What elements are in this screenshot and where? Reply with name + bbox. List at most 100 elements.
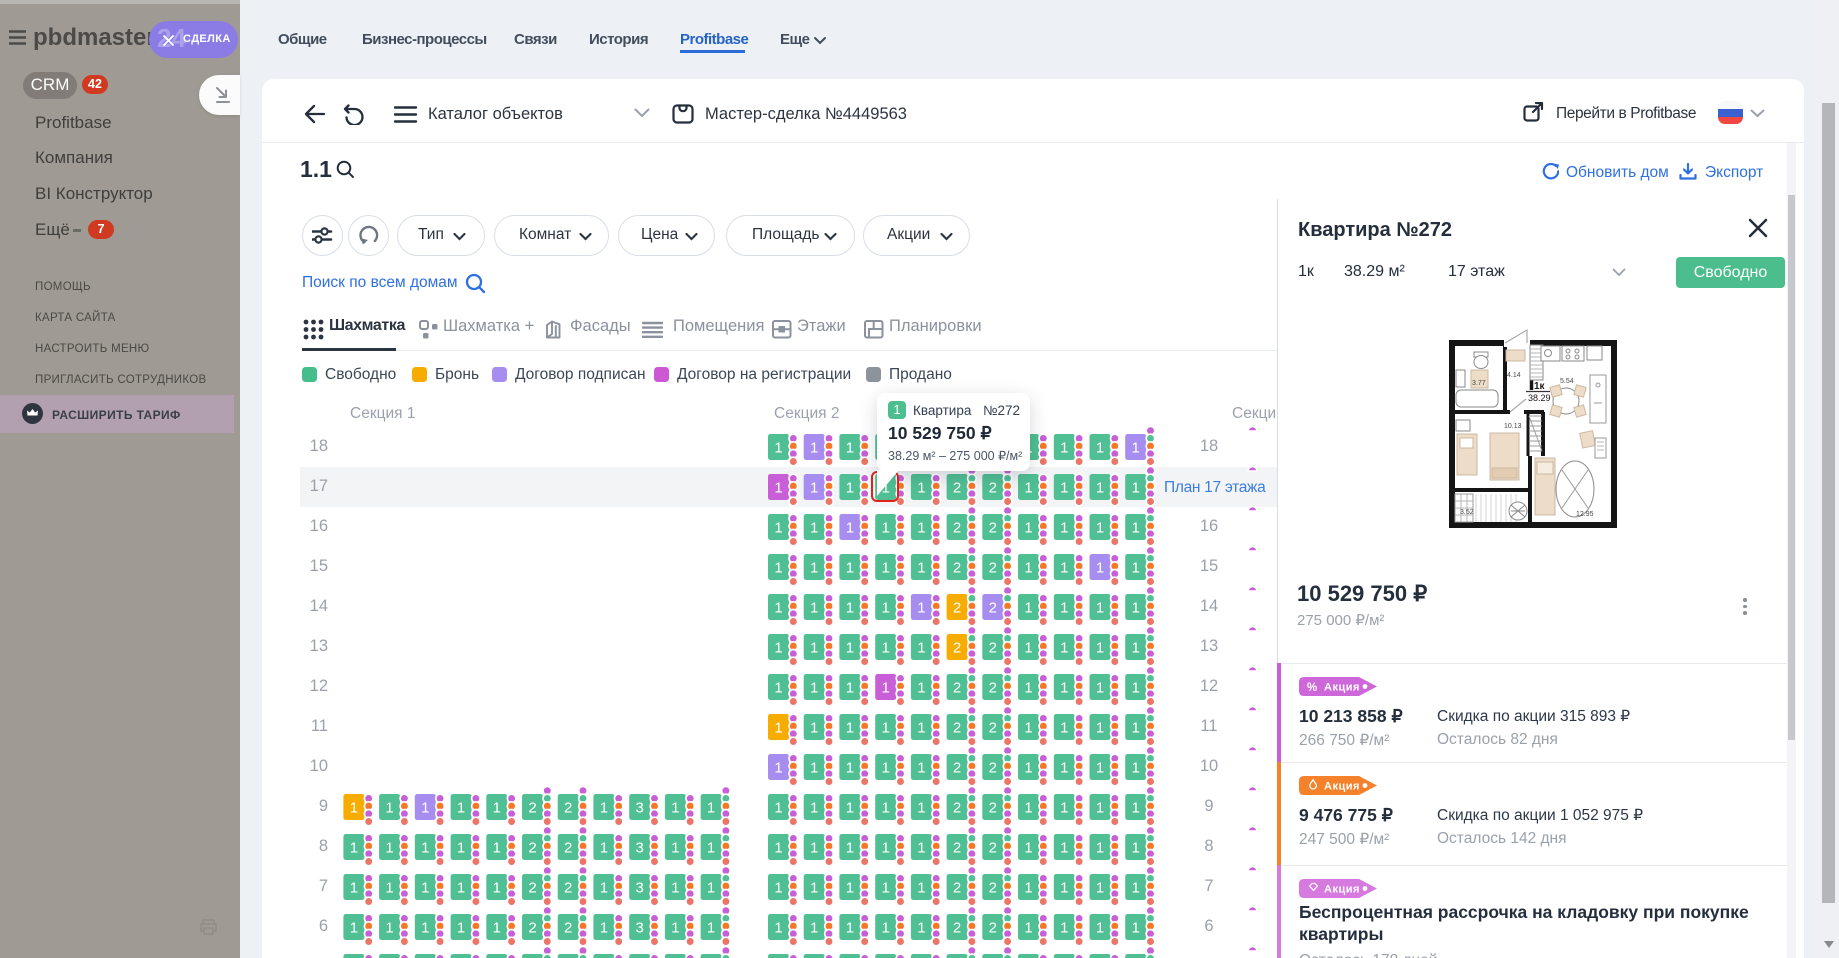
- svg-text:1: 1: [457, 840, 465, 857]
- svg-text:1: 1: [917, 920, 925, 937]
- svg-text:1: 1: [1060, 840, 1068, 857]
- svg-text:1: 1: [774, 520, 782, 537]
- svg-text:1: 1: [1132, 720, 1140, 737]
- svg-text:1: 1: [810, 600, 818, 617]
- svg-text:1: 1: [846, 920, 854, 937]
- svg-text:1: 1: [1060, 680, 1068, 697]
- svg-text:1: 1: [1132, 920, 1140, 937]
- svg-text:2: 2: [953, 880, 961, 897]
- svg-text:2: 2: [989, 800, 997, 817]
- svg-text:2: 2: [953, 560, 961, 577]
- svg-text:2: 2: [989, 600, 997, 617]
- svg-text:1: 1: [350, 920, 358, 937]
- svg-text:1: 1: [882, 760, 890, 777]
- svg-text:2: 2: [989, 640, 997, 657]
- svg-text:1: 1: [671, 880, 679, 897]
- svg-text:1: 1: [1060, 480, 1068, 497]
- svg-text:1: 1: [1024, 680, 1032, 697]
- svg-text:1: 1: [1024, 520, 1032, 537]
- svg-text:2: 2: [953, 720, 961, 737]
- svg-text:1: 1: [810, 800, 818, 817]
- svg-text:1: 1: [1096, 560, 1104, 577]
- svg-text:1: 1: [882, 600, 890, 617]
- svg-text:1: 1: [774, 720, 782, 737]
- svg-text:1: 1: [882, 840, 890, 857]
- svg-text:1: 1: [882, 680, 890, 697]
- svg-text:1: 1: [1060, 880, 1068, 897]
- svg-text:1: 1: [421, 920, 429, 937]
- svg-text:1: 1: [493, 880, 501, 897]
- svg-text:1: 1: [810, 880, 818, 897]
- svg-text:1: 1: [810, 720, 818, 737]
- svg-text:1: 1: [1096, 640, 1104, 657]
- svg-text:1: 1: [1060, 760, 1068, 777]
- svg-text:2: 2: [989, 520, 997, 537]
- svg-text:1: 1: [882, 520, 890, 537]
- svg-text:1: 1: [350, 840, 358, 857]
- svg-text:1: 1: [421, 840, 429, 857]
- svg-text:2: 2: [528, 920, 536, 937]
- svg-text:1: 1: [774, 480, 782, 497]
- svg-text:1: 1: [457, 880, 465, 897]
- svg-text:1: 1: [1132, 520, 1140, 537]
- svg-text:1: 1: [810, 680, 818, 697]
- svg-text:2: 2: [989, 880, 997, 897]
- svg-text:2: 2: [989, 480, 997, 497]
- svg-text:1: 1: [774, 800, 782, 817]
- svg-text:1: 1: [810, 520, 818, 537]
- svg-text:2: 2: [953, 600, 961, 617]
- svg-text:1: 1: [493, 800, 501, 817]
- svg-text:1: 1: [493, 840, 501, 857]
- svg-text:1: 1: [707, 920, 715, 937]
- svg-text:3: 3: [636, 840, 644, 857]
- svg-text:1: 1: [1024, 560, 1032, 577]
- svg-text:1: 1: [421, 880, 429, 897]
- svg-text:1: 1: [810, 480, 818, 497]
- svg-text:1: 1: [707, 880, 715, 897]
- svg-text:1: 1: [1060, 640, 1068, 657]
- svg-text:3.52: 3.52: [1460, 509, 1474, 516]
- svg-text:1к: 1к: [1534, 381, 1546, 392]
- svg-text:2: 2: [989, 760, 997, 777]
- svg-text:1: 1: [350, 880, 358, 897]
- svg-text:1: 1: [917, 600, 925, 617]
- svg-text:Акция: Акция: [1324, 781, 1360, 793]
- svg-text:1: 1: [917, 680, 925, 697]
- svg-text:2: 2: [953, 800, 961, 817]
- svg-text:1: 1: [882, 640, 890, 657]
- svg-text:1: 1: [600, 840, 608, 857]
- svg-text:1: 1: [493, 920, 501, 937]
- svg-text:1: 1: [1060, 800, 1068, 817]
- svg-text:1: 1: [1096, 520, 1104, 537]
- svg-text:1: 1: [882, 880, 890, 897]
- svg-text:1: 1: [1132, 480, 1140, 497]
- svg-text:1: 1: [917, 560, 925, 577]
- svg-text:3: 3: [636, 800, 644, 817]
- svg-text:1: 1: [810, 560, 818, 577]
- svg-text:1: 1: [846, 560, 854, 577]
- svg-text:1: 1: [1024, 920, 1032, 937]
- svg-text:1: 1: [1024, 800, 1032, 817]
- svg-text:1: 1: [774, 880, 782, 897]
- svg-text:2: 2: [564, 880, 572, 897]
- svg-text:1: 1: [882, 560, 890, 577]
- svg-text:1: 1: [671, 920, 679, 937]
- svg-text:1: 1: [1060, 440, 1068, 457]
- svg-text:1: 1: [1096, 440, 1104, 457]
- svg-text:%: %: [1307, 682, 1317, 694]
- svg-text:1: 1: [1132, 760, 1140, 777]
- svg-text:1: 1: [1132, 680, 1140, 697]
- svg-text:1: 1: [385, 800, 393, 817]
- svg-text:2: 2: [953, 840, 961, 857]
- svg-text:2: 2: [564, 800, 572, 817]
- svg-text:1: 1: [917, 760, 925, 777]
- svg-text:1: 1: [917, 640, 925, 657]
- svg-text:1: 1: [1060, 600, 1068, 617]
- svg-text:Акция: Акция: [1324, 884, 1360, 896]
- svg-text:2: 2: [989, 680, 997, 697]
- svg-text:2: 2: [528, 800, 536, 817]
- svg-text:1: 1: [1060, 520, 1068, 537]
- svg-text:1: 1: [1024, 600, 1032, 617]
- svg-text:1: 1: [707, 800, 715, 817]
- svg-text:2: 2: [564, 840, 572, 857]
